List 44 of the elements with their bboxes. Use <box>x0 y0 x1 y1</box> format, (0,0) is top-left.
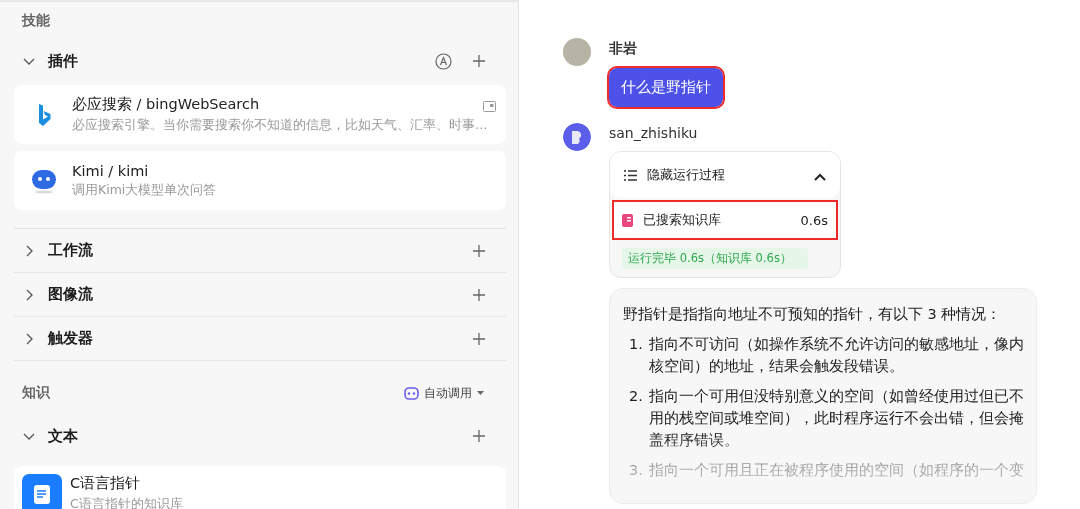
plugin-card[interactable]: Kimi / kimi 调用Kimi大模型单次问答 <box>14 151 506 210</box>
add-icon[interactable] <box>471 243 486 258</box>
add-icon[interactable] <box>471 429 486 443</box>
robot-face-icon <box>30 167 58 194</box>
knowledge-description: C语言指针的知识库 <box>70 496 184 509</box>
section-heading: 知识 <box>22 384 51 402</box>
knowledge-name: C语言指针 <box>70 474 141 493</box>
author-name: 非岩 <box>609 40 637 58</box>
caret-icon <box>476 390 484 396</box>
plugin-description: 必应搜索引擎。当你需要搜索你不知道的信息，比如天气、汇率、时事… <box>72 117 488 134</box>
section-title: 文本 <box>48 426 79 446</box>
add-icon[interactable] <box>471 54 486 68</box>
run-summary: 运行完毕 0.6s（知识库 0.6s） <box>622 248 808 269</box>
list-number: 1. <box>629 335 644 354</box>
answer-text: 野指针是指指向地址不可预知的指针，有以下 3 种情况： <box>623 305 1003 324</box>
answer-text: 指向不可访问（如操作系统不允许访问的敏感地址，像内核空间）的地址，结果会触发段错误。 <box>649 335 1024 376</box>
plugin-name: 必应搜索 / bingWebSearch <box>72 95 260 114</box>
plugin-description: 调用Kimi大模型单次问答 <box>72 181 218 199</box>
knowledge-card[interactable]: C语言指针 C语言指针的知识库 <box>14 466 506 509</box>
section-heading: 技能 <box>20 12 51 30</box>
section-title[interactable]: 工作流 <box>48 241 460 260</box>
section-title[interactable]: 图像流 <box>48 285 460 304</box>
section-title[interactable]: 触发器 <box>48 329 460 348</box>
bot-avatar-icon <box>563 123 591 151</box>
user-message: 什么是野指针 <box>609 68 723 107</box>
list-icon <box>624 169 637 181</box>
plugin-card[interactable]: 必应搜索 / bingWebSearch 必应搜索引擎。当你需要搜索你不知道的信息，比如天气、汇率、时事… <box>14 85 506 144</box>
answer-text: 指向一个可用但没特别意义的空间（如曾经使用过但已不用的栈空间或堆空间），此时程序运行不会出错，但会掩盖程序错误。 <box>649 387 1024 450</box>
card-icon[interactable] <box>482 101 496 112</box>
chevron-up-icon[interactable] <box>814 172 826 181</box>
list-number: 3. <box>629 461 644 480</box>
author-name: san_zhishiku <box>609 125 698 141</box>
book-icon <box>622 213 633 227</box>
add-icon[interactable] <box>471 287 486 302</box>
auto-mode-icon[interactable] <box>434 52 452 70</box>
process-step[interactable]: 已搜索知识库 0.6s <box>614 202 836 238</box>
avatar-placeholder <box>563 38 591 66</box>
robot-icon <box>403 386 419 400</box>
section-title: 插件 <box>48 51 79 71</box>
document-icon <box>22 473 62 509</box>
mode-dropdown[interactable]: 自动调用 <box>403 384 484 402</box>
add-icon[interactable] <box>471 331 486 346</box>
plugin-name: Kimi / kimi <box>72 162 149 179</box>
list-number: 2. <box>629 387 644 406</box>
